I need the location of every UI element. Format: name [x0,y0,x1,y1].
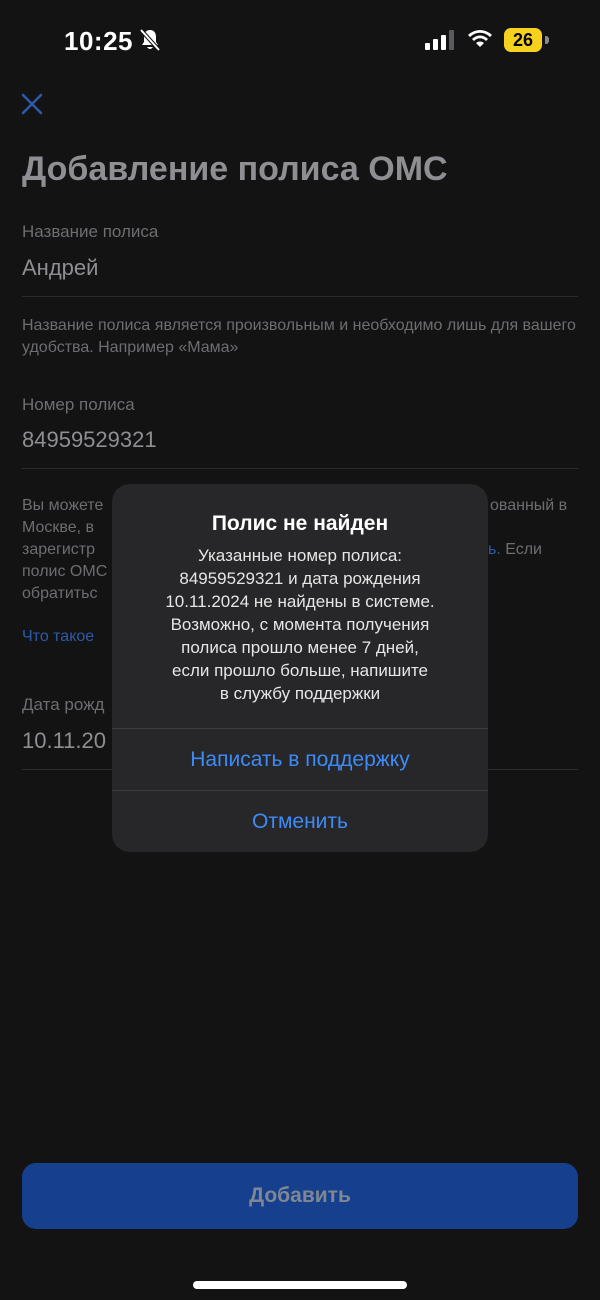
alert-message-line: если прошло больше, напишите [172,661,428,680]
policy-number-hint-line: зарегистр [22,541,96,558]
status-time: 10:25 [64,26,133,56]
add-button[interactable]: Добавить [22,1163,578,1229]
what-is-link[interactable]: Что такое [22,628,94,646]
birth-date-label: Дата рожд [22,695,105,714]
cancel-button[interactable]: Отменить [112,792,488,852]
bell-muted-icon [139,28,161,52]
hint-inline-link[interactable]: ь. [488,541,501,558]
alert-message-line: Возможно, с момента получения [170,615,430,634]
contact-support-button[interactable]: Написать в поддержку [112,730,488,790]
alert-message-line: в службу поддержки [219,684,381,703]
birth-date-input[interactable]: 10.11.20 [22,728,106,754]
status-bar: 10:25 26 [0,0,600,80]
alert-separator [112,790,488,791]
policy-name-hint: Название полиса является произвольным и … [22,317,576,356]
policy-number-hint-line: ь. Если [488,541,542,559]
alert-message-line: полиса прошло менее 7 дней, [181,638,419,657]
alert-dialog: Полис не найден Указанные номер полиса: … [112,484,488,852]
alert-message-line: 84959529321 и дата рождения [179,569,421,588]
screen: 10:25 26 Добавление полиса ОМС Название … [0,0,600,1300]
alert-message: Указанные номер полиса: 84959529321 и да… [132,544,468,705]
alert-message-line: 10.11.2024 не найдены в системе. [165,592,435,611]
battery-cap [545,36,549,44]
policy-name-input[interactable]: Андрей [22,255,98,281]
page-title: Добавление полиса ОМС [22,150,448,188]
policy-number-input[interactable]: 84959529321 [22,427,157,453]
policy-number-label: Номер полиса [22,395,135,414]
cellular-signal-icon [425,30,454,50]
policy-number-hint-line: Москве, в [22,519,95,536]
divider [22,296,578,297]
hint-inline-text: Если [500,541,542,558]
alert-separator [112,728,488,729]
policy-number-hint-line: Вы можете [22,497,104,514]
policy-number-hint-line: ованный в [490,497,568,514]
policy-number-hint-line: полис ОМС [22,563,108,580]
divider [22,468,578,469]
home-indicator[interactable] [193,1281,407,1289]
policy-number-hint-line: обратитьс [22,585,98,602]
battery-indicator: 26 [504,28,550,52]
alert-title: Полис не найден [211,512,389,535]
policy-name-label: Название полиса [22,222,159,241]
battery-level: 26 [512,30,534,50]
wifi-icon [468,30,492,47]
close-icon[interactable] [20,92,44,116]
alert-message-line: Указанные номер полиса: [197,546,403,565]
